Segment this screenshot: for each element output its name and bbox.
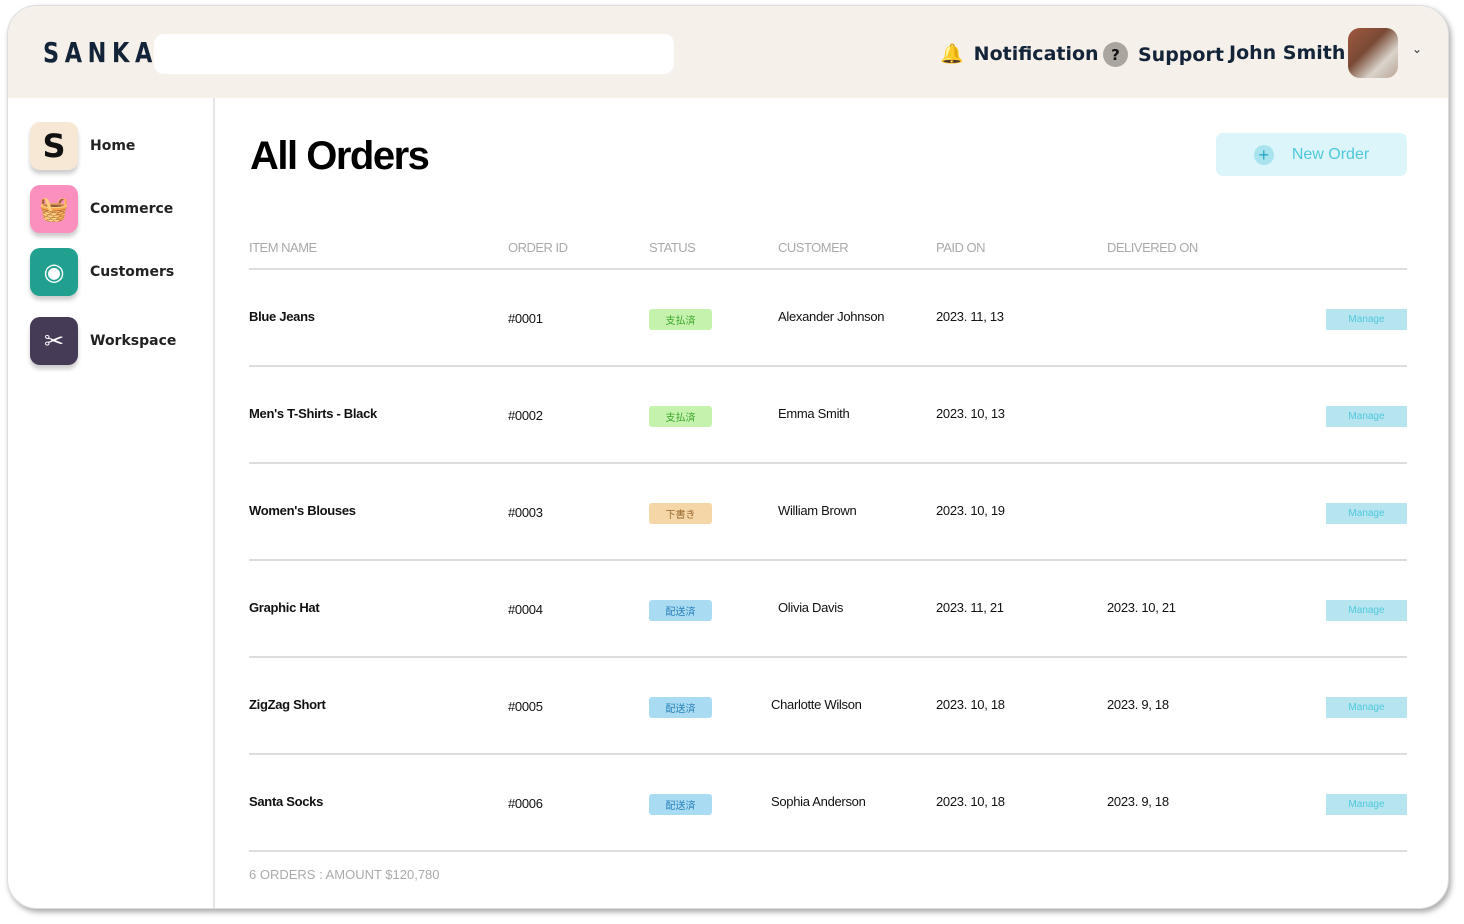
sidebar-item-label: Workspace [90, 333, 177, 349]
delivered-on: 2023. 9, 18 [1107, 697, 1169, 712]
notification-label: Notification [973, 42, 1099, 65]
manage-button[interactable]: Manage [1326, 600, 1407, 621]
manage-button[interactable]: Manage [1326, 794, 1407, 815]
sidebar-item-label: Customers [90, 264, 175, 280]
manage-button[interactable]: Manage [1326, 406, 1407, 427]
header-divider [249, 268, 1407, 270]
item-name[interactable]: Graphic Hat [249, 600, 320, 615]
item-name[interactable]: Blue Jeans [249, 309, 315, 324]
plus-icon: + [1253, 144, 1274, 165]
column-header-item-name[interactable]: ITEM NAME [249, 240, 317, 255]
order-id: #0002 [508, 408, 543, 423]
row-divider [249, 365, 1407, 367]
item-name[interactable]: Men's T-Shirts - Black [249, 406, 377, 421]
row-divider [249, 559, 1407, 561]
app-window: SANKA 🔔 Notification ? Support John Smith … [7, 5, 1449, 909]
row-divider [249, 462, 1407, 464]
paid-on: 2023. 10, 18 [936, 697, 1005, 712]
status-badge: 支払済 [649, 309, 712, 330]
sidebar-item-customers[interactable]: ◉ Customers [30, 248, 174, 296]
status-badge: 下書き [649, 503, 712, 524]
row-divider [249, 753, 1407, 755]
sidebar-item-home[interactable]: S Home [30, 122, 135, 170]
notification-button[interactable]: 🔔 Notification [940, 42, 1099, 66]
order-id: #0004 [508, 602, 543, 617]
sidebar-item-label: Home [90, 138, 136, 154]
orders-summary: 6 ORDERS : AMOUNT $120,780 [249, 867, 440, 882]
paid-on: 2023. 10, 13 [936, 406, 1005, 421]
support-button[interactable]: ? Support [1103, 42, 1224, 67]
tools-icon: ✂ [30, 317, 78, 365]
column-header-order-id[interactable]: ORDER ID [508, 240, 568, 255]
customer-name: Olivia Davis [778, 600, 844, 615]
customer-name: Charlotte Wilson [771, 697, 862, 712]
row-divider [249, 850, 1407, 852]
column-header-delivered-on[interactable]: DELIVERED ON [1107, 240, 1198, 255]
page-title: All Orders [250, 134, 430, 178]
item-name[interactable]: Santa Socks [249, 794, 323, 809]
manage-button[interactable]: Manage [1326, 697, 1407, 718]
new-order-button[interactable]: + New Order [1216, 133, 1407, 176]
sidebar-item-commerce[interactable]: 🧺 Commerce [30, 185, 173, 233]
basket-icon: 🧺 [30, 185, 78, 233]
customer-name: Alexander Johnson [778, 309, 885, 324]
sidebar: S Home 🧺 Commerce ◉ Customers ✂ Workspac… [8, 98, 215, 908]
delivered-on: 2023. 10, 21 [1107, 600, 1176, 615]
status-badge: 配送済 [649, 600, 712, 621]
support-label: Support [1138, 43, 1224, 66]
manage-button[interactable]: Manage [1326, 309, 1407, 330]
paid-on: 2023. 10, 19 [936, 503, 1005, 518]
delivered-on: 2023. 9, 18 [1107, 794, 1169, 809]
logo[interactable]: SANKA [43, 36, 158, 69]
row-divider [249, 656, 1407, 658]
paid-on: 2023. 11, 21 [936, 600, 1004, 615]
search-input[interactable] [154, 34, 674, 74]
new-order-label: New Order [1291, 145, 1370, 163]
order-id: #0001 [508, 311, 543, 326]
bell-icon: 🔔 [940, 43, 964, 65]
manage-button[interactable]: Manage [1326, 503, 1407, 524]
sidebar-item-workspace[interactable]: ✂ Workspace [30, 317, 176, 365]
user-name[interactable]: John Smith [1229, 42, 1345, 64]
status-badge: 支払済 [649, 406, 712, 427]
chevron-down-icon[interactable]: ⌄ [1412, 42, 1422, 56]
customer-name: Emma Smith [778, 406, 850, 421]
item-name[interactable]: Women's Blouses [249, 503, 356, 518]
avatar[interactable] [1348, 28, 1398, 78]
order-id: #0006 [508, 796, 543, 811]
paid-on: 2023. 10, 18 [936, 794, 1005, 809]
order-id: #0005 [508, 699, 543, 714]
customer-name: Sophia Anderson [771, 794, 866, 809]
sidebar-item-label: Commerce [90, 201, 174, 217]
status-badge: 配送済 [649, 794, 712, 815]
column-header-paid-on[interactable]: PAID ON [936, 240, 986, 255]
home-logo-icon: S [30, 122, 78, 170]
column-header-status[interactable]: STATUS [649, 240, 696, 255]
help-icon: ? [1103, 42, 1128, 67]
status-badge: 配送済 [649, 697, 712, 718]
top-header: SANKA 🔔 Notification ? Support John Smith … [8, 6, 1448, 98]
column-header-customer[interactable]: CUSTOMER [778, 240, 849, 255]
order-id: #0003 [508, 505, 543, 520]
paid-on: 2023. 11, 13 [936, 309, 1004, 324]
item-name[interactable]: ZigZag Short [249, 697, 326, 712]
customer-name: William Brown [778, 503, 857, 518]
user-circle-icon: ◉ [30, 248, 78, 296]
